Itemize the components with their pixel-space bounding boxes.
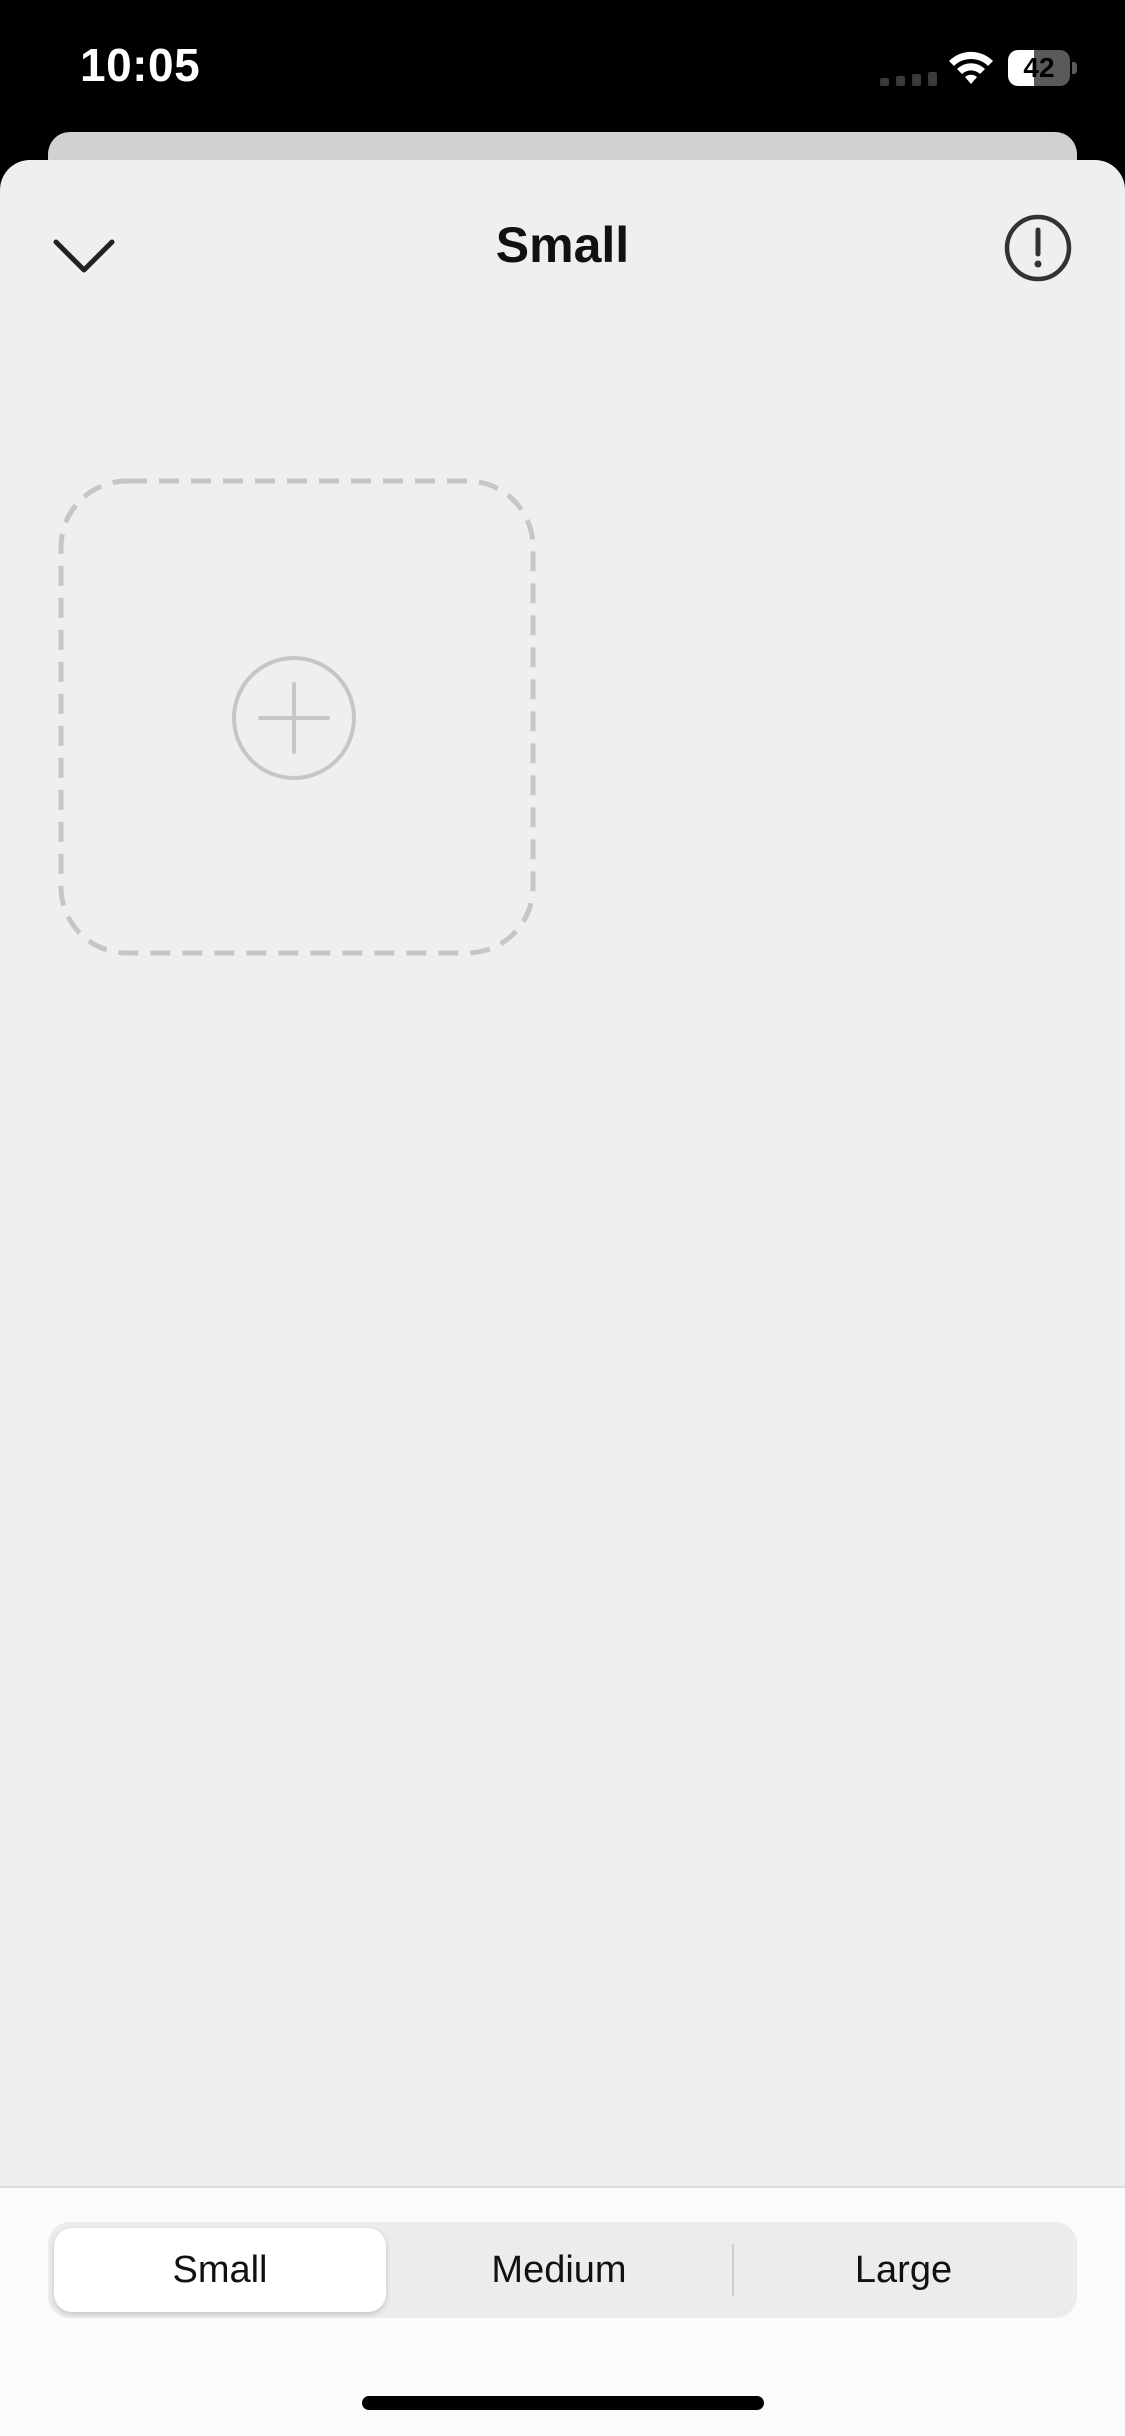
home-indicator[interactable] <box>362 2396 764 2410</box>
widget-size-sheet: Small Small Medium Large <box>0 160 1125 2436</box>
page-title: Small <box>495 217 630 273</box>
cellular-signal-icon <box>880 72 937 86</box>
status-time: 10:05 <box>80 39 201 91</box>
size-segmented-control: Small Medium Large <box>48 2222 1077 2318</box>
battery-icon: 42 <box>1008 50 1077 86</box>
add-widget-slot[interactable] <box>58 478 536 956</box>
segment-large[interactable]: Large <box>736 2228 1071 2312</box>
screen: 10:05 42 Small Small Medium Large <box>0 0 1125 2436</box>
status-bar: 10:05 42 <box>0 0 1125 135</box>
segment-divider <box>732 2244 734 2296</box>
segment-medium[interactable]: Medium <box>390 2228 728 2312</box>
battery-level: 42 <box>1023 52 1055 83</box>
plus-circle-icon <box>232 656 356 780</box>
wifi-icon <box>949 51 993 84</box>
segment-small[interactable]: Small <box>54 2228 386 2312</box>
info-exclamation-icon[interactable] <box>1000 210 1076 286</box>
